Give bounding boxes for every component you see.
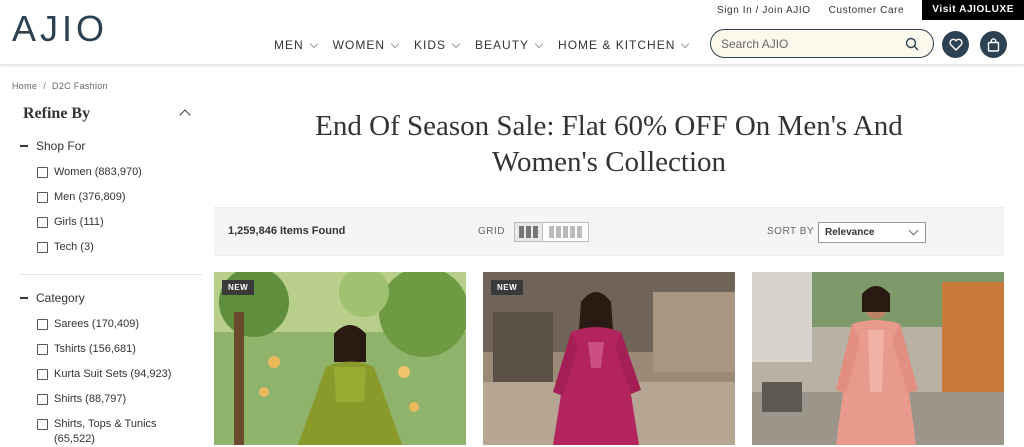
nav-home-kitchen[interactable]: HOME & KITCHEN <box>558 38 690 52</box>
checkbox[interactable] <box>37 344 48 355</box>
filter-option-kurta-suit-sets[interactable]: Kurta Suit Sets (94,923) <box>37 368 171 380</box>
product-card[interactable] <box>752 272 1004 445</box>
chevron-down-icon <box>534 39 544 48</box>
product-image <box>752 272 1004 445</box>
breadcrumb-current: D2C Fashion <box>52 81 108 91</box>
signin-link[interactable]: Sign In / Join AJIO <box>717 5 811 16</box>
product-image <box>483 272 735 445</box>
filter-option-tshirts[interactable]: Tshirts (156,681) <box>37 343 136 355</box>
cart-button[interactable] <box>980 31 1007 58</box>
chevron-down-icon <box>451 39 461 48</box>
grid-5-column-icon[interactable] <box>543 223 588 241</box>
checkbox[interactable] <box>37 319 48 330</box>
checkbox[interactable] <box>37 167 48 178</box>
filter-option-women[interactable]: Women (883,970) <box>37 166 142 178</box>
filter-option-sarees[interactable]: Sarees (170,409) <box>37 318 139 330</box>
product-card[interactable]: NEW <box>214 272 466 445</box>
sort-label: SORT BY <box>767 226 815 237</box>
checkbox[interactable] <box>37 369 48 380</box>
filter-category[interactable]: Category <box>20 291 85 305</box>
product-card[interactable]: NEW <box>483 272 735 445</box>
checkbox[interactable] <box>37 192 48 203</box>
site-header: AJIO Sign In / Join AJIO Customer Care V… <box>0 0 1024 64</box>
items-found-count: 1,259,846 Items Found <box>228 225 346 237</box>
grid-label: GRID <box>478 226 505 237</box>
chevron-down-icon <box>681 39 690 48</box>
nav-men[interactable]: MEN <box>274 38 318 52</box>
grid-3-column-icon[interactable] <box>515 223 543 241</box>
breadcrumb: Home / D2C Fashion <box>12 81 108 91</box>
main-nav: MEN WOMEN KIDS BEAUTY HOME & KITCHEN <box>274 38 704 52</box>
top-links: Sign In / Join AJIO Customer Care Visit … <box>717 0 1024 20</box>
heart-icon <box>948 38 963 51</box>
ajio-logo[interactable]: AJIO <box>12 8 108 50</box>
filter-option-shirts-tops-tunics[interactable]: Shirts, Tops & Tunics (65,522) <box>37 418 157 447</box>
new-badge: NEW <box>222 280 255 295</box>
divider <box>20 274 202 275</box>
results-toolbar: 1,259,846 Items Found GRID SORT BY Relev… <box>214 207 1004 256</box>
chevron-down-icon <box>390 39 400 48</box>
checkbox[interactable] <box>37 217 48 228</box>
product-image <box>214 272 466 445</box>
new-badge: NEW <box>491 280 524 295</box>
filter-option-shirts[interactable]: Shirts (88,797) <box>37 393 126 405</box>
collapse-icon <box>20 145 28 147</box>
ajioluxe-link[interactable]: Visit AJIOLUXE <box>922 0 1024 20</box>
nav-beauty[interactable]: BEAUTY <box>475 38 544 52</box>
search-bar <box>710 29 934 58</box>
nav-women[interactable]: WOMEN <box>333 38 400 52</box>
search-input[interactable] <box>721 36 901 51</box>
checkbox[interactable] <box>37 419 48 430</box>
page-title: End Of Season Sale: Flat 60% OFF On Men'… <box>315 110 903 178</box>
checkbox[interactable] <box>37 242 48 253</box>
breadcrumb-home[interactable]: Home <box>12 81 37 91</box>
search-icon[interactable] <box>905 37 919 56</box>
wishlist-button[interactable] <box>942 31 969 58</box>
collapse-icon <box>20 297 28 299</box>
filter-option-men[interactable]: Men (376,809) <box>37 191 126 203</box>
chevron-up-icon[interactable] <box>179 109 191 121</box>
checkbox[interactable] <box>37 394 48 405</box>
refine-by-heading: Refine By <box>23 105 91 122</box>
shopping-bag-icon <box>987 37 1000 52</box>
filter-option-girls[interactable]: Girls (111) <box>37 216 104 228</box>
sort-select[interactable]: Relevance <box>818 222 926 243</box>
customer-care-link[interactable]: Customer Care <box>829 5 905 16</box>
filter-shop-for[interactable]: Shop For <box>20 139 85 153</box>
grid-selector <box>514 222 589 242</box>
chevron-down-icon <box>309 39 318 48</box>
chevron-down-icon <box>908 225 919 236</box>
nav-kids[interactable]: KIDS <box>414 38 461 52</box>
filter-option-tech[interactable]: Tech (3) <box>37 241 94 253</box>
